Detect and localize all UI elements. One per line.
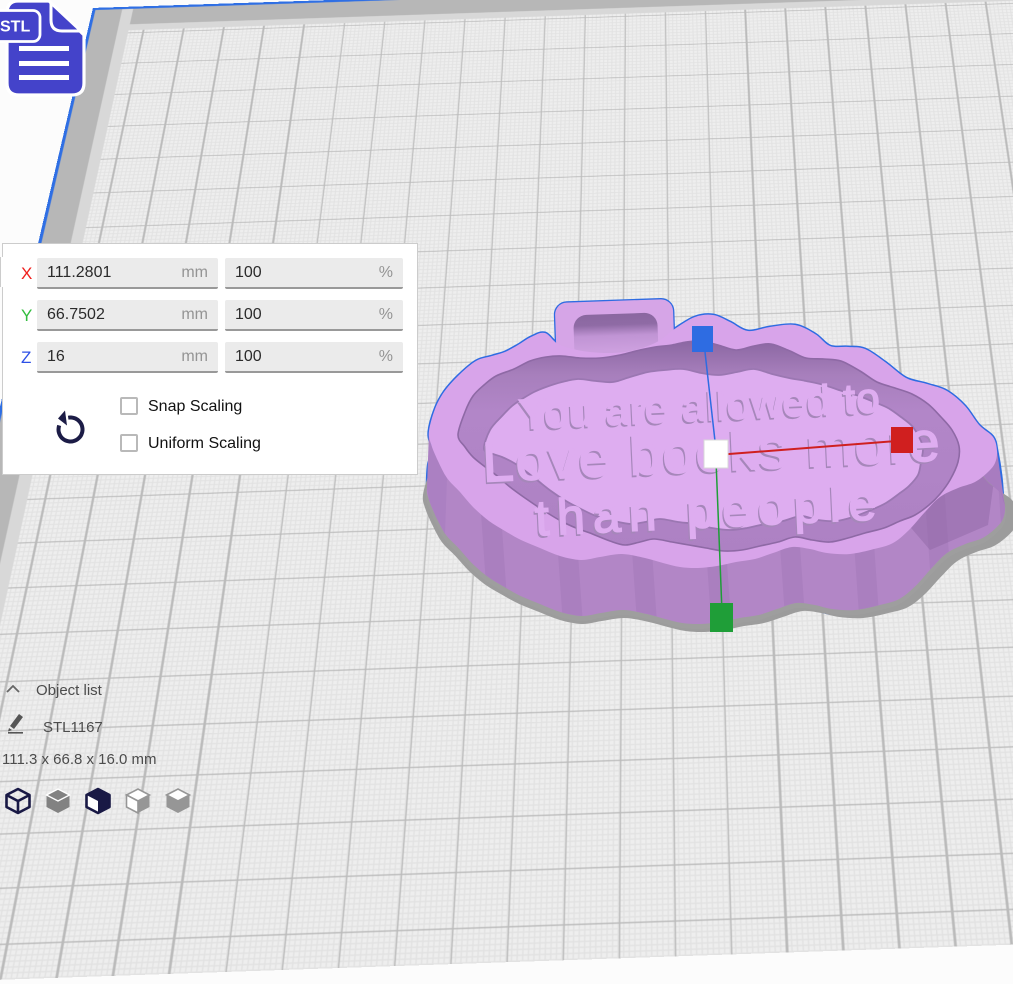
svg-text:STL: STL: [0, 19, 30, 36]
